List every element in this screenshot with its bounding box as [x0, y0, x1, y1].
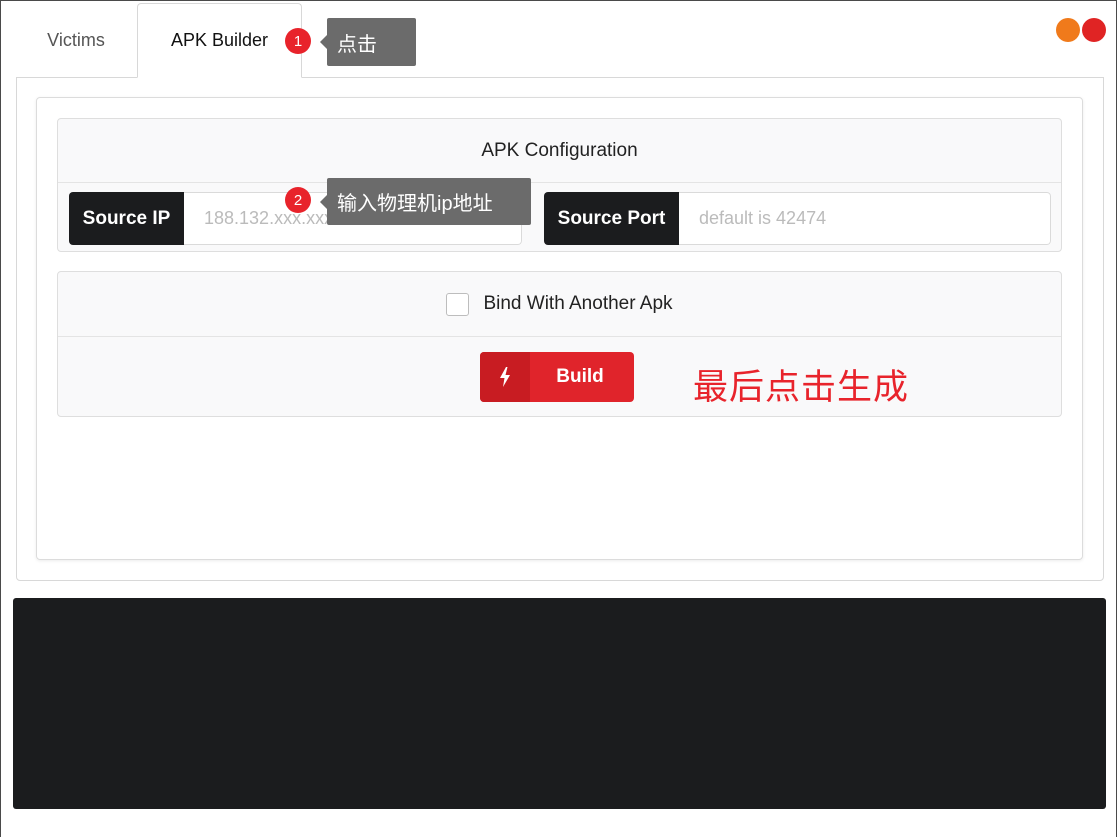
- bolt-icon: [480, 352, 530, 402]
- red-dot-icon[interactable]: [1082, 18, 1106, 42]
- orange-dot-icon[interactable]: [1056, 18, 1080, 42]
- bind-checkbox[interactable]: [446, 292, 470, 316]
- apk-configuration-panel: APK Configuration Source IP 188.132.xxx.…: [57, 118, 1062, 252]
- source-port-label: Source Port: [544, 192, 679, 245]
- source-port-group: Source Port default is 42474: [544, 192, 1051, 245]
- window-controls: [1056, 18, 1106, 42]
- output-console: [13, 598, 1106, 809]
- annotation-callout-2: 输入物理机ip地址: [320, 178, 531, 225]
- tab-bar: Victims APK Builder: [16, 1, 1103, 78]
- annotation-callout-1: 点击: [320, 18, 416, 66]
- annotation-badge-1: 1: [285, 28, 311, 54]
- source-port-input[interactable]: default is 42474: [679, 192, 1051, 245]
- app-window: Victims APK Builder 1 点击 APK Configurati…: [0, 0, 1117, 837]
- build-button-label: Build: [556, 366, 604, 387]
- tab-victims[interactable]: Victims: [16, 3, 136, 78]
- bind-label[interactable]: Bind With Another Apk: [483, 293, 672, 315]
- bind-panel: Bind With Another Apk Build: [57, 271, 1062, 417]
- apk-configuration-title: APK Configuration: [58, 119, 1061, 183]
- tab-apk-builder[interactable]: APK Builder: [137, 3, 302, 78]
- annotation-final-note: 最后点击生成: [693, 368, 910, 408]
- bind-row: Bind With Another Apk: [58, 272, 1061, 337]
- source-ip-label: Source IP: [69, 192, 184, 245]
- annotation-badge-2: 2: [285, 187, 311, 213]
- build-button[interactable]: Build: [480, 352, 634, 402]
